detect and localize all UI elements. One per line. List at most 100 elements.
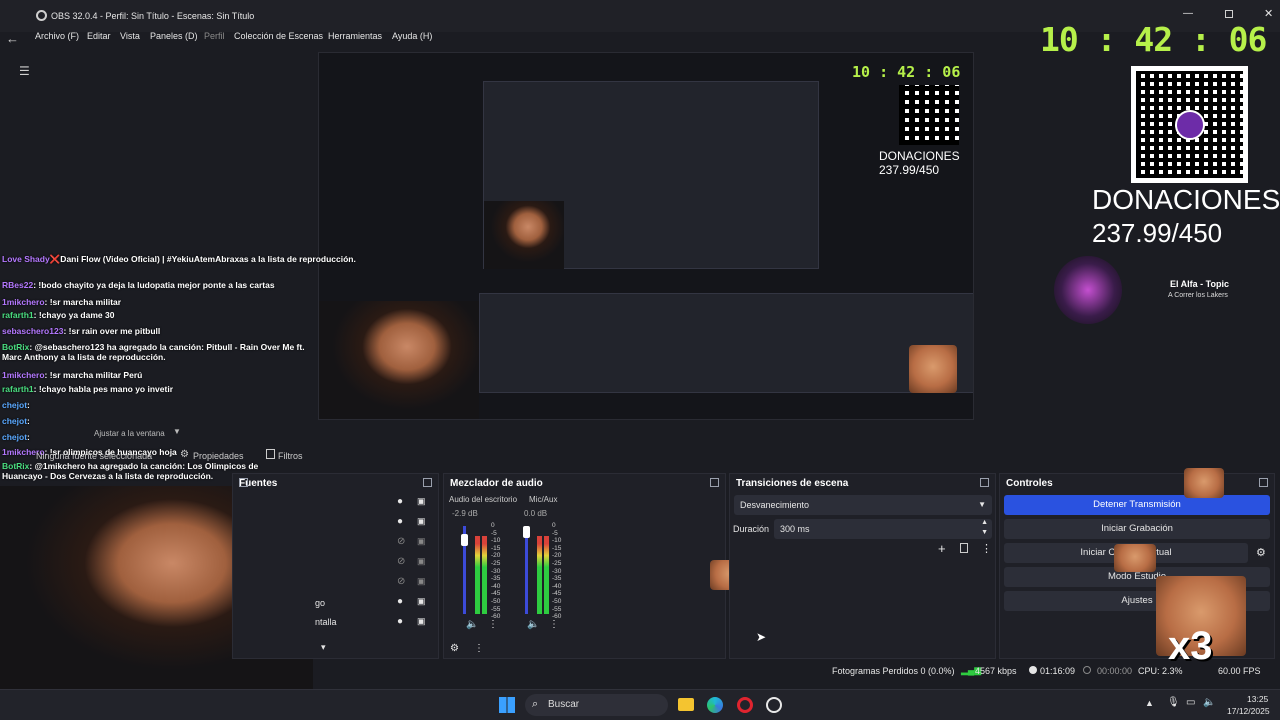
menu-vista[interactable]: Vista bbox=[120, 31, 140, 41]
lock-icon[interactable]: ▣ bbox=[417, 516, 426, 527]
volume-icon[interactable]: 🔈 bbox=[1203, 697, 1215, 708]
nested-donations: DONACIONES 237.99/450 bbox=[879, 149, 960, 177]
eye-icon[interactable]: ● bbox=[397, 496, 403, 507]
speaker-icon[interactable]: 🔈 bbox=[527, 619, 539, 630]
menu-editar[interactable]: Editar bbox=[87, 31, 111, 41]
eye-icon[interactable]: ● bbox=[397, 516, 403, 527]
opera-icon[interactable] bbox=[737, 697, 753, 713]
lock-icon[interactable]: ▣ bbox=[417, 496, 426, 507]
back-arrow-icon[interactable]: ← bbox=[6, 31, 19, 46]
mixer-settings-icon[interactable]: ⚙ bbox=[450, 643, 459, 654]
chat-overlay: Love Shady❌Dani Flow (Video Oficial) | #… bbox=[0, 252, 356, 482]
menu-archivo[interactable]: Archivo (F) bbox=[35, 31, 79, 41]
gear-icon[interactable]: ⚙ bbox=[1256, 546, 1266, 559]
taskbar-time: 13:25 bbox=[1247, 694, 1269, 704]
preview-canvas[interactable]: 10 : 42 : 06 DONACIONES 237.99/450 bbox=[318, 52, 974, 420]
meme-face-overlay bbox=[1114, 544, 1156, 572]
taskbar-search[interactable]: ⌕ Buscar bbox=[525, 694, 668, 716]
maximize-icon[interactable] bbox=[1225, 10, 1233, 18]
folder-icon[interactable] bbox=[678, 698, 694, 711]
now-playing-artist: El Alfa - Topic bbox=[1170, 279, 1230, 289]
menu-coleccion-escenas[interactable]: Colección de Escenas bbox=[234, 31, 323, 41]
volume-slider-handle[interactable] bbox=[523, 526, 530, 538]
start-recording-button[interactable]: Iniciar Grabación bbox=[1004, 519, 1270, 539]
record-time: 00:00:00 bbox=[1097, 666, 1133, 676]
minimize-icon[interactable]: — bbox=[1183, 8, 1193, 19]
mixer-channel-name: Audio del escritorio bbox=[449, 495, 518, 504]
chevron-up-icon[interactable]: ▲ bbox=[1145, 698, 1154, 708]
menu-herramientas[interactable]: Herramientas bbox=[328, 31, 382, 41]
spin-up-icon[interactable]: ▲ bbox=[981, 519, 988, 526]
filter-icon[interactable] bbox=[266, 449, 275, 459]
live-time: 01:16:09 bbox=[1040, 666, 1076, 676]
eye-icon[interactable]: ● bbox=[397, 596, 403, 607]
eye-icon[interactable]: ● bbox=[397, 616, 403, 627]
dock-float-icon[interactable] bbox=[239, 478, 248, 487]
hamburger-icon[interactable]: ☰ bbox=[19, 64, 30, 78]
duration-spinbox[interactable]: 300 ms ▲ ▼ bbox=[774, 519, 992, 539]
dock-float-icon[interactable] bbox=[980, 478, 989, 487]
window-title: OBS 32.0.4 - Perfil: Sin Título - Escena… bbox=[51, 11, 255, 21]
dock-float-icon[interactable] bbox=[710, 478, 719, 487]
lock-icon[interactable]: ▣ bbox=[417, 556, 426, 567]
volume-slider-track[interactable] bbox=[525, 526, 528, 614]
meme-face-overlay bbox=[1184, 468, 1224, 498]
chevron-down-icon[interactable]: ▼ bbox=[173, 427, 181, 436]
mouse-cursor-icon: ➤ bbox=[756, 630, 767, 644]
kebab-menu-icon[interactable]: ⋮ bbox=[549, 619, 559, 630]
db-scale: 0 -5 -10 -15 -20 -25 -30 -35 -40 -45 -50… bbox=[491, 522, 501, 621]
kebab-menu-icon[interactable]: ⋮ bbox=[488, 619, 498, 630]
properties-button[interactable]: Propiedades bbox=[193, 451, 244, 461]
obs-taskbar-icon[interactable] bbox=[766, 697, 782, 713]
chevron-down-icon[interactable]: ▾ bbox=[321, 642, 326, 653]
duration-label: Duración bbox=[733, 524, 770, 534]
lock-icon[interactable]: ▣ bbox=[417, 536, 426, 547]
mixer-channel-db: -2.9 dB bbox=[452, 509, 478, 518]
source-item[interactable]: go bbox=[315, 598, 325, 608]
dock-float-icon[interactable] bbox=[1259, 478, 1268, 487]
multiplier-overlay: x3 bbox=[1168, 624, 1213, 668]
close-icon[interactable]: ✕ bbox=[1264, 7, 1273, 20]
kebab-menu-icon[interactable]: ⋮ bbox=[981, 542, 992, 555]
chat-message: Love Shady❌Dani Flow (Video Oficial) | #… bbox=[2, 254, 356, 264]
filters-button[interactable]: Filtros bbox=[278, 451, 303, 461]
stop-stream-button[interactable]: Detener Transmisión bbox=[1004, 495, 1270, 515]
edge-icon[interactable] bbox=[707, 697, 723, 713]
network-icon[interactable]: ▭ bbox=[1186, 697, 1195, 708]
eye-off-icon[interactable]: ⊘ bbox=[397, 576, 405, 587]
trash-icon[interactable] bbox=[960, 543, 968, 553]
speaker-icon[interactable]: 🔈 bbox=[466, 619, 478, 630]
record-indicator-icon bbox=[1083, 666, 1091, 674]
menu-perfil[interactable]: Perfil bbox=[204, 31, 225, 41]
kebab-menu-icon[interactable]: ⋮ bbox=[474, 643, 484, 654]
microphone-icon[interactable]: 🎙 bbox=[1167, 697, 1180, 708]
audio-meter bbox=[475, 536, 480, 614]
eye-off-icon[interactable]: ⊘ bbox=[397, 556, 405, 567]
adjust-window-label[interactable]: Ajustar a la ventana bbox=[94, 429, 165, 438]
gear-icon[interactable]: ⚙ bbox=[180, 449, 189, 460]
menu-paneles[interactable]: Paneles (D) bbox=[150, 31, 198, 41]
source-item[interactable]: ntalla bbox=[315, 617, 337, 627]
windows-start-icon[interactable] bbox=[499, 697, 515, 713]
menu-ayuda[interactable]: Ayuda (H) bbox=[392, 31, 432, 41]
lock-icon[interactable]: ▣ bbox=[417, 616, 426, 627]
lock-icon[interactable]: ▣ bbox=[417, 576, 426, 587]
donations-amount: 237.99/450 bbox=[1092, 218, 1223, 248]
nested-docks bbox=[479, 293, 973, 393]
chat-message: chejot: bbox=[2, 400, 30, 410]
chevron-down-icon: ▼ bbox=[978, 500, 986, 509]
duration-value: 300 ms bbox=[780, 524, 810, 534]
spin-down-icon[interactable]: ▼ bbox=[981, 529, 988, 536]
chat-message: rafarth1: !chayo ya dame 30 bbox=[2, 310, 115, 320]
audio-meter bbox=[544, 536, 549, 614]
chat-message: BotRix: @sebaschero123 ha agregado la ca… bbox=[2, 342, 305, 362]
dock-float-icon[interactable] bbox=[423, 478, 432, 487]
cpu-usage: CPU: 2.3% bbox=[1138, 666, 1183, 676]
controls-title: Controles bbox=[1006, 478, 1053, 489]
transition-select[interactable]: Desvanecimiento ▼ bbox=[734, 495, 992, 515]
lock-icon[interactable]: ▣ bbox=[417, 596, 426, 607]
eye-off-icon[interactable]: ⊘ bbox=[397, 536, 405, 547]
volume-slider-handle[interactable] bbox=[461, 534, 468, 546]
add-icon[interactable]: + bbox=[938, 541, 946, 556]
taskbar-date: 17/12/2025 bbox=[1227, 706, 1270, 716]
